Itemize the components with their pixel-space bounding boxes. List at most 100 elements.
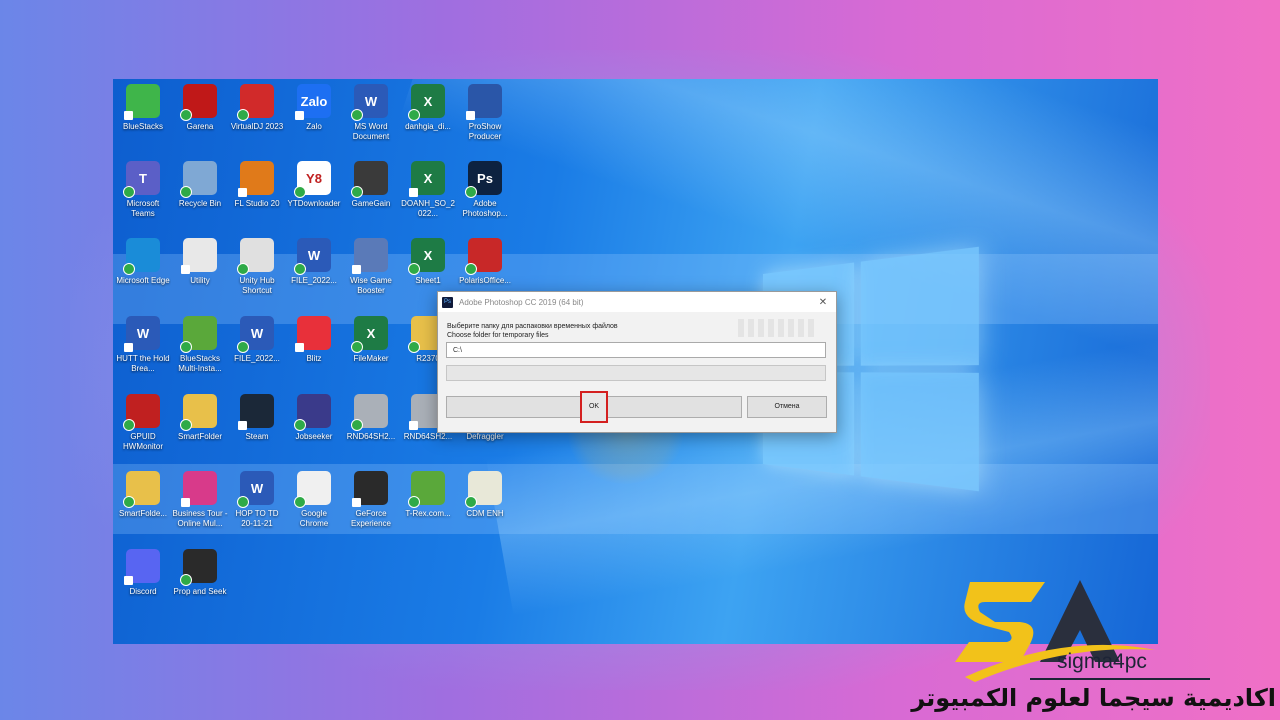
close-icon[interactable]: ✕ (810, 297, 836, 308)
desktop-icon-label: Microsoft Edge (116, 276, 170, 285)
desktop-icon-label: Recycle Bin (178, 199, 222, 208)
desktop-icon[interactable]: Zalo Zalo (286, 84, 342, 142)
app-icon: X (351, 316, 388, 353)
desktop-icon-label: SmartFolder (177, 432, 222, 441)
desktop-icon[interactable]: SmartFolder (172, 394, 228, 452)
desktop-icon-label: FILE_2022... (291, 276, 337, 285)
sync-check-icon (180, 341, 192, 353)
desktop-icon[interactable]: W MS Word Document (343, 84, 399, 142)
desktop-icon[interactable]: Business Tour - Online Mul... (172, 471, 228, 529)
desktop-icon[interactable]: W HOP TO TD 20-11-21 (229, 471, 285, 529)
desktop-icon[interactable]: Utility (172, 238, 228, 296)
app-icon (123, 238, 160, 275)
app-icon (180, 549, 217, 586)
app-icon: W (237, 316, 274, 353)
sync-check-icon (123, 263, 135, 275)
app-icon: X (408, 238, 445, 275)
sync-check-icon (351, 109, 363, 121)
app-icon (180, 316, 217, 353)
desktop-icon[interactable]: Ps Adobe Photoshop... (457, 161, 513, 219)
desktop-icon[interactable]: GameGain (343, 161, 399, 219)
sync-check-icon (123, 186, 135, 198)
ok-button[interactable]: OK (446, 391, 742, 423)
desktop-icon[interactable]: T Microsoft Teams (115, 161, 171, 219)
sync-check-icon (408, 496, 420, 508)
desktop-icon[interactable]: Wise Game Booster (343, 238, 399, 296)
folder-list-field[interactable] (446, 365, 826, 381)
desktop-icon[interactable]: ProShow Producer (457, 84, 513, 142)
desktop-icon[interactable]: Microsoft Edge (115, 238, 171, 296)
desktop-icon-label: GeForce Experience (350, 509, 392, 528)
desktop-icon[interactable]: BlueStacks Multi-Insta... (172, 316, 228, 374)
app-icon (295, 316, 331, 352)
desktop-icon[interactable]: GPUID HWMonitor (115, 394, 171, 452)
desktop-icon[interactable]: VirtualDJ 2023 (229, 84, 285, 142)
desktop-icon[interactable]: Jobseeker (286, 394, 342, 452)
desktop-icon[interactable]: Y8 YTDownloader (286, 161, 342, 219)
desktop-icon[interactable]: SmartFolde... (115, 471, 171, 529)
desktop-icon[interactable]: GeForce Experience (343, 471, 399, 529)
app-icon: W (294, 238, 331, 275)
shortcut-arrow-icon (352, 265, 361, 274)
dialog-titlebar[interactable]: Ps Adobe Photoshop CC 2019 (64 bit) ✕ (438, 292, 836, 312)
desktop-icon[interactable]: W FILE_2022... (286, 238, 342, 296)
app-icon (237, 84, 274, 121)
app-icon: W (124, 316, 160, 352)
app-icon (124, 84, 160, 120)
desktop-icon[interactable]: FL Studio 20 (229, 161, 285, 219)
app-icon (123, 394, 160, 431)
sync-check-icon (294, 496, 306, 508)
desktop-icon-label: SmartFolde... (118, 509, 167, 518)
sync-check-icon (465, 496, 477, 508)
message-russian: Выберите папку для распаковки временных … (447, 323, 618, 330)
desktop-icon[interactable]: Google Chrome (286, 471, 342, 529)
desktop-icon[interactable]: CDM ENH (457, 471, 513, 529)
shortcut-arrow-icon (295, 111, 304, 120)
app-icon: W (351, 84, 388, 121)
desktop-icon-label: VirtualDJ 2023 (230, 122, 284, 131)
desktop-icon-label: Google Chrome (299, 509, 329, 528)
cancel-button[interactable]: Отмена (747, 396, 827, 418)
folder-path-input[interactable]: C:\ (446, 342, 826, 358)
app-icon (294, 394, 331, 431)
shortcut-arrow-icon (238, 188, 247, 197)
desktop-icon[interactable]: X FileMaker (343, 316, 399, 374)
desktop-icon[interactable]: Blitz (286, 316, 342, 374)
desktop-icon-label: DOANH_SO_2022... (401, 199, 455, 218)
desktop-icon-label: Wise Game Booster (350, 276, 392, 295)
desktop-icon[interactable]: RND64SH2... (343, 394, 399, 452)
blurred-area (738, 319, 818, 337)
desktop-icon-label: Microsoft Teams (126, 199, 160, 218)
app-icon (294, 471, 331, 508)
desktop-icon[interactable]: W FILE_2022... (229, 316, 285, 374)
desktop-icon[interactable]: Garena (172, 84, 228, 142)
desktop-icon[interactable]: Discord (115, 549, 171, 607)
desktop-icon[interactable]: Steam (229, 394, 285, 452)
desktop-icon[interactable]: Recycle Bin (172, 161, 228, 219)
dialog-message: Выберите папку для распаковки временных … (447, 322, 618, 340)
desktop-icon-label: Adobe Photoshop... (462, 199, 508, 218)
desktop-icon-label: BlueStacks (122, 122, 164, 131)
desktop-icon-label: Discord (129, 587, 157, 596)
desktop-icon[interactable]: T-Rex.com... (400, 471, 456, 529)
desktop-icon[interactable]: Unity Hub Shortcut (229, 238, 285, 296)
desktop-icon-label: GameGain (351, 199, 391, 208)
desktop-icon-label: FileMaker (353, 354, 389, 363)
desktop-icon[interactable]: X DOANH_SO_2022... (400, 161, 456, 219)
desktop-icon[interactable]: Xdanhgia_di... (400, 84, 456, 142)
brand-name: sigma4pc (1057, 650, 1147, 673)
sync-check-icon (408, 341, 420, 353)
sync-check-icon (408, 109, 420, 121)
shortcut-arrow-icon (124, 343, 133, 352)
desktop-icon[interactable]: X Sheet1 (400, 238, 456, 296)
desktop-icon[interactable]: PolarisOffice... (457, 238, 513, 296)
app-icon: Ps (465, 161, 502, 198)
photoshop-icon: Ps (442, 296, 453, 308)
desktop-icon[interactable]: BlueStacks (115, 84, 171, 142)
desktop-icon[interactable]: W HUTT the Hold Brea... (115, 316, 171, 374)
app-icon (465, 471, 502, 508)
app-icon (180, 394, 217, 431)
desktop-icon[interactable]: Prop and Seek (172, 549, 228, 607)
app-icon (237, 238, 274, 275)
app-icon: X (409, 161, 445, 197)
